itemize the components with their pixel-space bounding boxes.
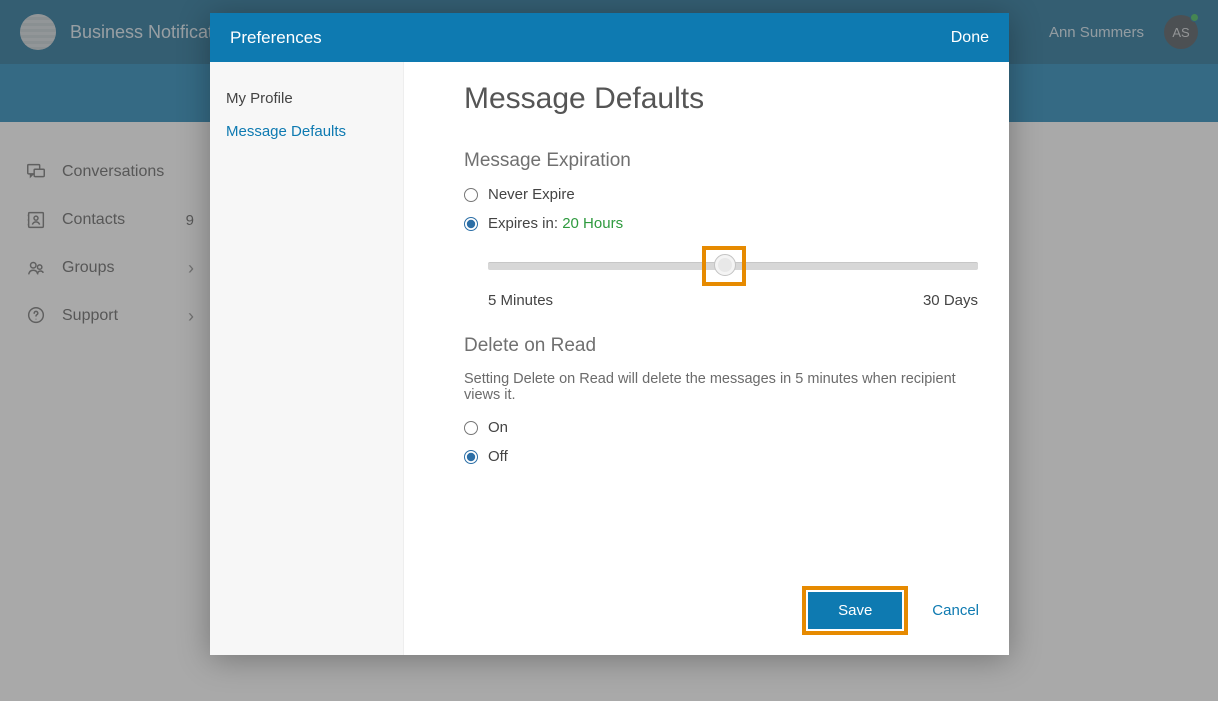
section-title-expiration: Message Expiration: [464, 150, 979, 172]
slider-min-label: 5 Minutes: [488, 292, 553, 309]
radio-delete-on[interactable]: On: [464, 419, 979, 436]
expiration-slider[interactable]: [488, 250, 978, 284]
slider-handle[interactable]: [714, 254, 736, 276]
delete-on-read-help: Setting Delete on Read will delete the m…: [464, 371, 979, 403]
radio-label: Expires in: 20 Hours: [488, 215, 623, 232]
expires-prefix: Expires in:: [488, 215, 558, 232]
modal-sidebar: My Profile Message Defaults: [210, 62, 404, 655]
radio-expires-in-input[interactable]: [464, 217, 478, 231]
page-title: Message Defaults: [464, 82, 979, 116]
radio-delete-on-input[interactable]: [464, 421, 478, 435]
radio-never-expire-input[interactable]: [464, 188, 478, 202]
modal-content: Message Defaults Message Expiration Neve…: [404, 62, 1009, 655]
modal-title: Preferences: [230, 28, 322, 48]
pref-tab-message-defaults[interactable]: Message Defaults: [226, 115, 387, 148]
modal-header: Preferences Done: [210, 13, 1009, 62]
radio-label: On: [488, 419, 508, 436]
radio-expires-in[interactable]: Expires in: 20 Hours: [464, 215, 979, 232]
radio-delete-off-input[interactable]: [464, 450, 478, 464]
cancel-button[interactable]: Cancel: [932, 602, 979, 619]
section-title-delete-on-read: Delete on Read: [464, 335, 979, 357]
save-highlight-box: Save: [802, 586, 908, 635]
radio-label: Never Expire: [488, 186, 575, 203]
modal-footer: Save Cancel: [464, 576, 979, 635]
pref-tab-my-profile[interactable]: My Profile: [226, 82, 387, 115]
radio-never-expire[interactable]: Never Expire: [464, 186, 979, 203]
slider-labels: 5 Minutes 30 Days: [488, 292, 978, 309]
done-button[interactable]: Done: [951, 29, 989, 47]
save-button[interactable]: Save: [808, 592, 902, 629]
slider-max-label: 30 Days: [923, 292, 978, 309]
preferences-modal: Preferences Done My Profile Message Defa…: [210, 13, 1009, 655]
expires-value: 20 Hours: [562, 215, 623, 232]
radio-label: Off: [488, 448, 508, 465]
radio-delete-off[interactable]: Off: [464, 448, 979, 465]
app-shell: Business Notification Ann Summers AS Con…: [0, 0, 1218, 701]
